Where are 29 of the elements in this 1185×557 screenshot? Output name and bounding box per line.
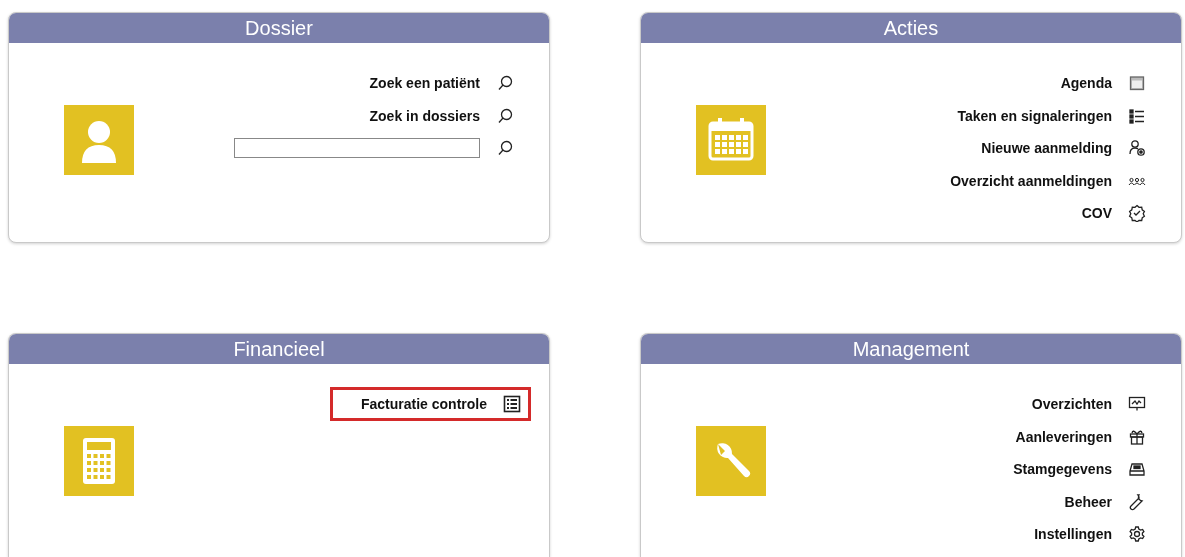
menu-link[interactable]: Beheer (1064, 493, 1112, 510)
menu-link[interactable]: Zoek in dossiers (369, 107, 480, 124)
badge-check-icon[interactable] (1128, 204, 1146, 222)
panel-title: Acties (641, 13, 1181, 43)
menu-link[interactable]: Overzicht aanmeldingen (950, 172, 1112, 189)
search-field[interactable] (234, 138, 480, 158)
search-icon[interactable] (496, 106, 514, 125)
tray-icon[interactable] (1128, 460, 1146, 478)
table-icon[interactable] (503, 395, 521, 413)
menu-link[interactable]: Nieuwe aanmelding (981, 140, 1112, 156)
list-icon[interactable] (1128, 106, 1146, 125)
menu-link[interactable]: Taken en signaleringen (957, 107, 1112, 124)
panel-title: Financieel (9, 334, 549, 364)
menu-link[interactable]: Overzichten (1031, 396, 1112, 412)
menu-link[interactable]: Agenda (1060, 75, 1112, 91)
panel-title: Management (641, 334, 1181, 364)
person-add-icon[interactable] (1128, 139, 1146, 157)
search-icon[interactable] (496, 139, 514, 157)
menu-link[interactable]: Zoek een patiënt (369, 75, 480, 91)
menu-link[interactable]: Instellingen (1034, 526, 1112, 542)
menu-link[interactable]: Facturatie controle (360, 396, 487, 412)
calendar-icon[interactable] (1128, 74, 1146, 92)
chart-icon[interactable] (1128, 395, 1146, 413)
search-icon[interactable] (496, 74, 514, 92)
menu-link[interactable]: COV (1081, 205, 1112, 221)
menu-link[interactable]: Aanleveringen (1015, 428, 1112, 445)
panel-title: Dossier (9, 13, 549, 43)
gear-icon[interactable] (1128, 525, 1146, 543)
menu-link[interactable]: Stamgegevens (1013, 461, 1112, 477)
